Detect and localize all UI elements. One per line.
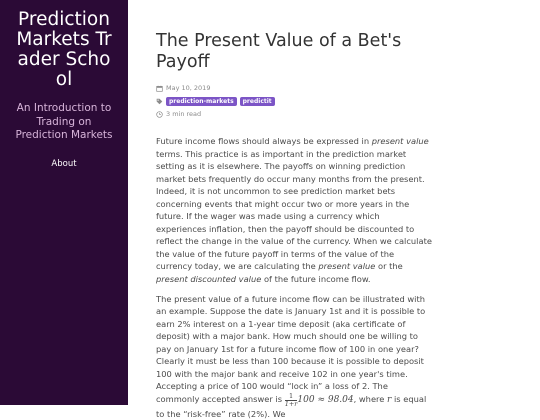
- post-date: May 10, 2019: [166, 84, 211, 92]
- tag-predictit[interactable]: predictit: [239, 96, 275, 106]
- post-body: Future income flows should always be exp…: [156, 135, 432, 420]
- calendar-icon: [156, 85, 163, 92]
- post-title: The Present Value of a Bet's Payoff: [156, 31, 402, 72]
- tag-prediction-markets[interactable]: prediction-markets: [166, 96, 237, 106]
- site-title-link[interactable]: Prediction Markets Trader School: [16, 10, 112, 90]
- paragraph-1: Future income flows should always be exp…: [156, 136, 432, 285]
- post-date-row: May 10, 2019: [156, 83, 432, 93]
- math-expression: 100 ≈ 98.04: [297, 394, 354, 405]
- read-time-row: 3 min read: [156, 109, 432, 119]
- paragraph-2: The present value of a future income flo…: [156, 293, 427, 419]
- clock-icon: [156, 110, 163, 118]
- fraction: 1 1+r: [284, 391, 298, 408]
- nav-link-about[interactable]: About: [0, 159, 128, 169]
- post-tags-row: prediction-markets predictit: [156, 96, 432, 106]
- site-description: An Introduction to Trading on Prediction…: [15, 102, 113, 141]
- tags-icon: [156, 98, 163, 104]
- post-content: The Present Value of a Bet's Payoff May …: [156, 0, 432, 420]
- read-time: 3 min read: [166, 110, 202, 118]
- sidebar: Prediction Markets Trader School An Intr…: [0, 0, 128, 405]
